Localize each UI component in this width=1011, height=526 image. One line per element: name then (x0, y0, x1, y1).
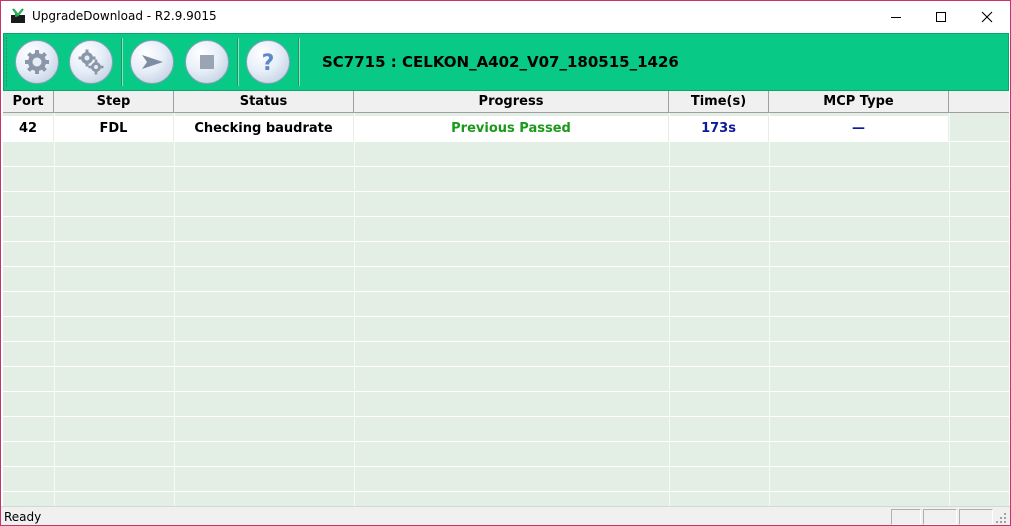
grid-header: Port Step Status Progress Time(s) MCP Ty… (3, 91, 1009, 113)
status-bar: Ready (1, 506, 1010, 525)
column-header-time[interactable]: Time(s) (669, 91, 769, 113)
close-icon (981, 11, 993, 22)
grid-line (3, 366, 1009, 367)
grid-line (3, 316, 1009, 317)
cell-mcp-type: — (769, 116, 949, 141)
close-button[interactable] (964, 1, 1010, 32)
grid-line (3, 266, 1009, 267)
toolbar: ? SC7715 : CELKON_A402_V07_180515_1426 (3, 33, 1009, 91)
column-header-step[interactable]: Step (54, 91, 174, 113)
status-panel (959, 509, 993, 525)
gears-icon (78, 49, 104, 75)
toolbar-grip[interactable] (6, 37, 9, 87)
grid-line (3, 341, 1009, 342)
maximize-icon (936, 11, 946, 22)
grid-line (3, 166, 1009, 167)
project-label: SC7715 : CELKON_A402_V07_180515_1426 (322, 53, 679, 71)
cell-port: 42 (3, 116, 54, 141)
cell-status: Checking baudrate (174, 116, 354, 141)
status-panel (923, 509, 957, 525)
toolbar-separator (298, 38, 300, 86)
grid-line (174, 113, 175, 506)
grid-line (769, 113, 770, 506)
question-mark-icon: ? (262, 51, 275, 76)
grid-line (669, 113, 670, 506)
resize-grip-icon[interactable] (994, 511, 1007, 524)
port-list-grid[interactable]: Port Step Status Progress Time(s) MCP Ty… (3, 91, 1009, 506)
help-button[interactable]: ? (246, 40, 290, 84)
status-panel (891, 509, 921, 525)
maximize-button[interactable] (918, 1, 964, 32)
minimize-icon (891, 16, 901, 18)
grid-line (3, 466, 1009, 467)
column-header-progress[interactable]: Progress (354, 91, 669, 113)
grid-line (54, 113, 55, 506)
svg-text:?: ? (262, 51, 275, 76)
cell-time: 173s (669, 116, 769, 141)
cell-progress: Previous Passed (354, 116, 669, 141)
gear-icon (25, 50, 49, 74)
status-text: Ready (4, 510, 42, 524)
app-window: UpgradeDownload - R2.9.9015 ? SC7715: C… (0, 0, 1011, 526)
grid-line (354, 113, 355, 506)
play-arrow-icon (142, 55, 163, 69)
grid-line (3, 241, 1009, 242)
grid-line (3, 391, 1009, 392)
grid-line (3, 441, 1009, 442)
column-header-filler (949, 91, 1009, 113)
grid-line (3, 416, 1009, 417)
grid-line (3, 191, 1009, 192)
start-button[interactable] (130, 40, 174, 84)
stop-button[interactable] (185, 40, 229, 84)
multi-settings-button[interactable] (69, 40, 113, 84)
grid-line (3, 141, 1009, 142)
grid-line (949, 113, 950, 506)
grid-line (3, 216, 1009, 217)
title-bar[interactable]: UpgradeDownload - R2.9.9015 (1, 1, 1010, 32)
minimize-button[interactable] (873, 1, 919, 32)
cell-step: FDL (54, 116, 174, 141)
column-header-status[interactable]: Status (174, 91, 354, 113)
window-title: UpgradeDownload - R2.9.9015 (32, 9, 217, 23)
grid-line (3, 491, 1009, 492)
settings-button[interactable] (15, 40, 59, 84)
app-download-icon (10, 8, 26, 24)
toolbar-separator (237, 38, 239, 86)
column-header-port[interactable]: Port (3, 91, 54, 113)
column-header-mcp-type[interactable]: MCP Type (769, 91, 949, 113)
grid-line (3, 291, 1009, 292)
stop-square-icon (200, 55, 214, 69)
toolbar-separator (121, 38, 123, 86)
